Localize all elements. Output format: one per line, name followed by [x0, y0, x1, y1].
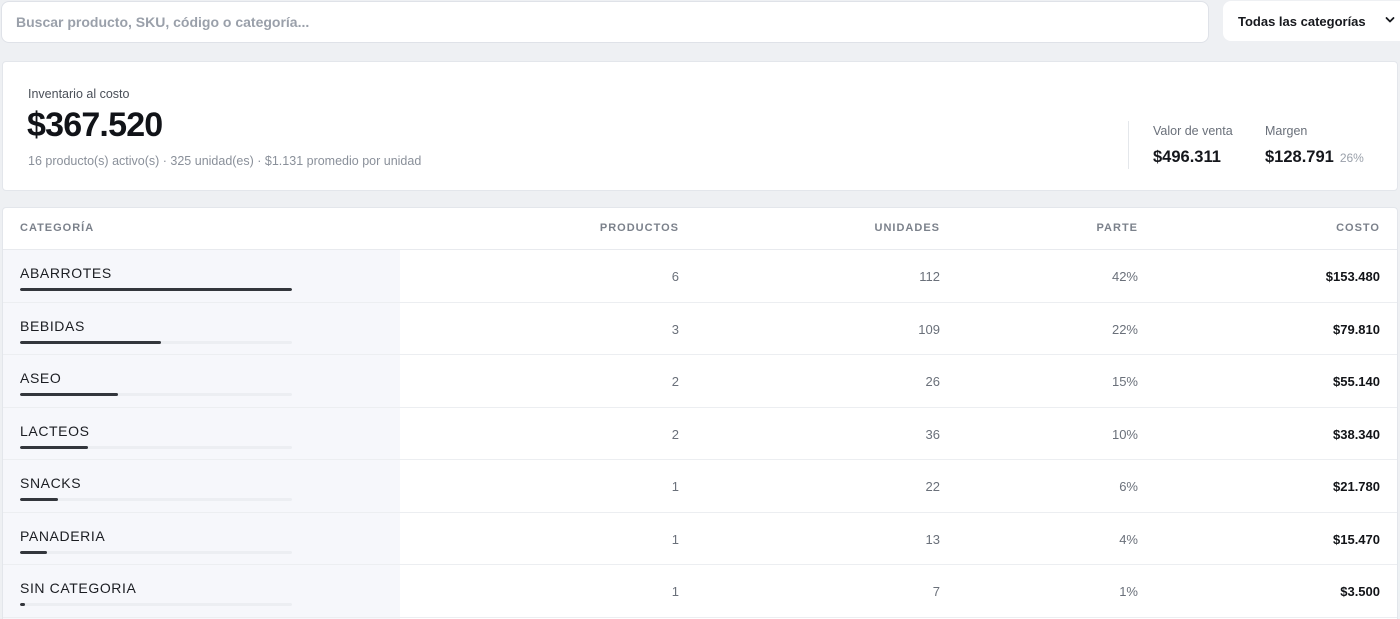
share-bar-track: [20, 393, 292, 396]
cost-value: $79.810: [1333, 321, 1380, 337]
share-bar-track: [20, 603, 292, 606]
products-count: 2: [671, 374, 679, 389]
units-count: 112: [919, 269, 940, 284]
share-percent: 1%: [1119, 584, 1138, 599]
category-name: BEBIDAS: [20, 317, 85, 334]
cost-value: $15.470: [1333, 531, 1380, 547]
units-count: 36: [925, 426, 940, 442]
products-count: 3: [671, 321, 679, 337]
share-bar-track: [20, 445, 292, 449]
category-name: SNACKS: [20, 475, 82, 491]
table-row[interactable]: BEBIDAS 3 109 22% $79.810: [3, 303, 1397, 355]
units-count: 22: [925, 479, 940, 494]
share-bar-fill: [20, 498, 59, 501]
table-row[interactable]: ABARROTES 6 112 42% $153.480: [3, 250, 1397, 303]
products-count: 6: [671, 269, 679, 284]
inventory-cost-value: $367.520: [27, 106, 163, 144]
category-name: SIN CATEGORIA: [20, 580, 137, 596]
units-count: 26: [925, 374, 940, 389]
header-cost[interactable]: COSTO: [1336, 222, 1380, 234]
share-bar-fill: [20, 603, 26, 606]
category-table: CATEGORÍA PRODUCTOS UNIDADES PARTE COSTO…: [2, 207, 1398, 619]
header-units[interactable]: UNIDADES: [875, 222, 940, 234]
header-products[interactable]: PRODUCTOS: [600, 222, 679, 234]
table-header: CATEGORÍA PRODUCTOS UNIDADES PARTE COSTO: [3, 208, 1397, 250]
margin-percent: 26%: [1339, 151, 1364, 165]
inventory-cost-label: Inventario al costo: [28, 87, 130, 101]
table-row[interactable]: SNACKS 1 22 6% $21.780: [3, 460, 1397, 513]
category-filter-label: Todas las categorías: [1238, 13, 1366, 29]
units-count: 7: [932, 584, 940, 599]
cost-value: $55.140: [1333, 374, 1380, 389]
summary-divider: [1128, 121, 1129, 169]
products-count: 1: [671, 584, 679, 599]
inventory-summary-card: Inventario al costo $367.520 16 producto…: [2, 61, 1398, 191]
search-input[interactable]: [16, 14, 1208, 30]
share-percent: 4%: [1119, 531, 1138, 547]
chevron-down-icon: [1385, 17, 1395, 23]
header-category[interactable]: CATEGORÍA: [20, 222, 94, 234]
header-share[interactable]: PARTE: [1097, 222, 1138, 234]
share-percent: 15%: [1111, 374, 1138, 389]
table-row[interactable]: LACTEOS 2 36 10% $38.340: [3, 408, 1397, 460]
sale-value: $496.311: [1153, 148, 1221, 166]
share-bar-fill: [20, 445, 88, 449]
table-row[interactable]: SIN CATEGORIA 1 7 1% $3.500: [3, 565, 1397, 618]
products-count: 1: [671, 531, 679, 547]
sale-value-label: Valor de venta: [1153, 124, 1233, 138]
share-bar-track: [20, 288, 292, 291]
share-bar-track: [20, 340, 292, 344]
search-box[interactable]: [1, 1, 1209, 43]
products-count: 1: [671, 479, 679, 494]
units-count: 109: [918, 321, 940, 337]
cost-value: $3.500: [1340, 584, 1380, 599]
share-bar-fill: [20, 288, 292, 291]
share-bar-track: [20, 550, 292, 554]
margin-label: Margen: [1265, 124, 1308, 138]
inventory-summary-subtitle: 16 producto(s) activo(s) · 325 unidad(es…: [28, 154, 422, 168]
share-bar-fill: [20, 550, 48, 554]
share-percent: 42%: [1111, 269, 1138, 284]
share-percent: 22%: [1111, 321, 1138, 337]
margin-amount: $128.791: [1265, 148, 1334, 166]
category-filter-select[interactable]: Todas las categorías: [1223, 1, 1400, 41]
cost-value: $38.340: [1333, 426, 1380, 442]
units-count: 13: [925, 531, 940, 547]
margin-value: $128.791 26%: [1265, 148, 1364, 167]
share-percent: 6%: [1119, 479, 1138, 494]
products-count: 2: [671, 426, 679, 442]
category-name: LACTEOS: [20, 422, 90, 439]
cost-value: $21.780: [1333, 479, 1380, 494]
category-name: PANADERIA: [20, 527, 106, 544]
toolbar: Todas las categorías: [0, 0, 1400, 44]
share-bar-fill: [20, 393, 118, 396]
category-name: ASEO: [20, 370, 62, 386]
table-row[interactable]: ASEO 2 26 15% $55.140: [3, 355, 1397, 408]
cost-value: $153.480: [1325, 269, 1380, 284]
share-bar-fill: [20, 340, 162, 344]
share-bar-track: [20, 498, 292, 501]
share-percent: 10%: [1111, 426, 1138, 442]
table-row[interactable]: PANADERIA 1 13 4% $15.470: [3, 513, 1397, 565]
category-name: ABARROTES: [20, 265, 112, 281]
